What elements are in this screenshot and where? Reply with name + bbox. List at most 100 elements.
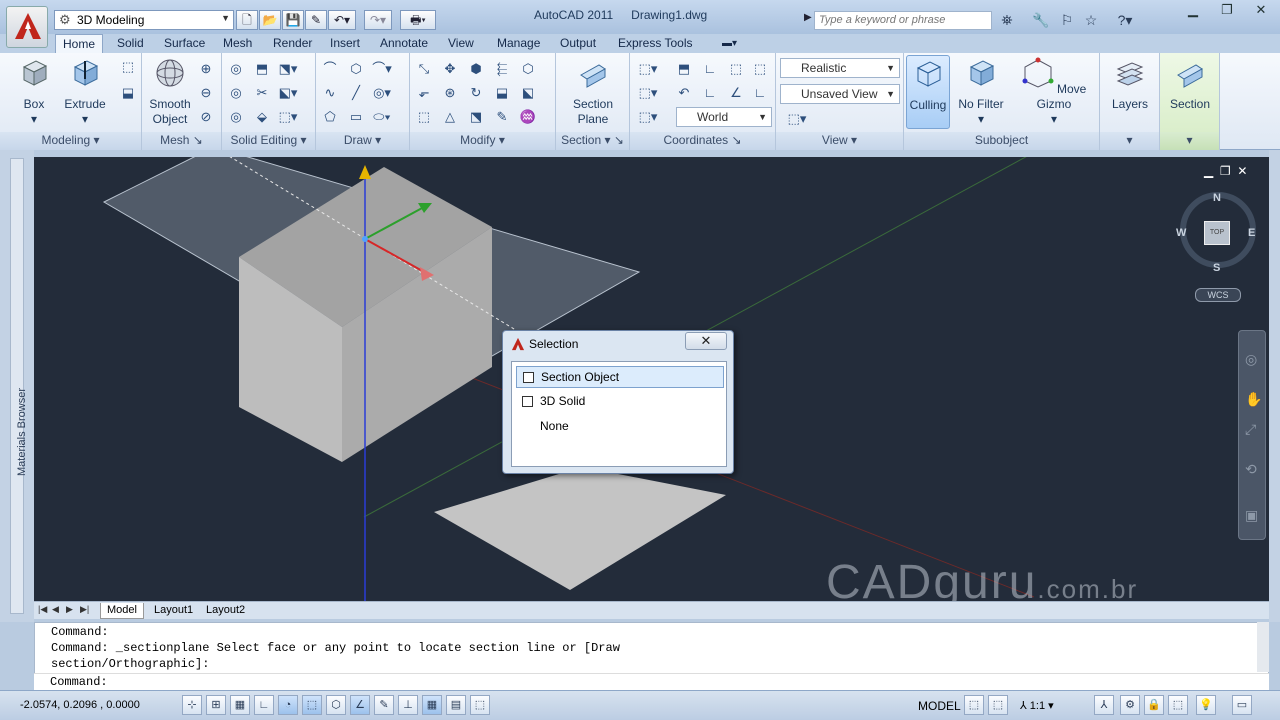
named-view-select[interactable]: Unsaved View ▼ — [780, 84, 900, 104]
snap-icon[interactable]: ⊞ — [206, 695, 226, 715]
extrude-faces-icon[interactable]: ⬔▾ — [278, 59, 298, 79]
tab-render[interactable]: Render — [266, 34, 319, 54]
panel-section-tools-label[interactable]: ▾ — [1160, 132, 1219, 150]
slice-icon[interactable]: ✂ — [252, 83, 272, 103]
last-tab-icon[interactable]: ▶| — [80, 604, 90, 616]
3d-rotate-icon[interactable]: ⊛ — [440, 83, 460, 103]
smooth-less-icon[interactable]: ⊖ — [196, 83, 216, 103]
rotate-icon[interactable]: ↻ — [466, 83, 486, 103]
open-folder-icon[interactable]: 📂 — [259, 10, 281, 30]
pan-hand-icon[interactable]: ✋ — [1245, 391, 1262, 408]
wrench-icon[interactable]: 🔧 — [1030, 9, 1052, 31]
help-icon[interactable]: ?▾ — [1114, 9, 1136, 31]
ucs-z-icon[interactable]: ∟ — [750, 83, 770, 103]
wcs-menu[interactable]: WCS — [1195, 288, 1241, 302]
panel-view-label[interactable]: View ▾ — [776, 132, 903, 150]
panel-solid-editing-label[interactable]: Solid Editing ▾ — [222, 132, 315, 150]
panel-subobject-label[interactable]: Subobject — [904, 132, 1099, 150]
separate-icon[interactable]: ⬕▾ — [278, 83, 298, 103]
rectangle-icon[interactable]: ⌒ — [320, 59, 340, 79]
ucs-named-icon[interactable]: ⬚ — [750, 59, 770, 79]
transparency-icon[interactable]: ▤ — [446, 695, 466, 715]
save-as-icon[interactable]: ✎ — [305, 10, 327, 30]
ortho-icon[interactable]: ∟ — [254, 695, 274, 715]
ucs-y-icon[interactable]: ∠ — [726, 83, 746, 103]
hardware-acceleration-icon[interactable]: ⬚ — [1168, 695, 1188, 715]
close-icon[interactable]: ✕ — [1237, 164, 1247, 178]
ucs-object-icon[interactable]: ∟ — [700, 59, 720, 79]
application-menu-button[interactable] — [6, 6, 48, 48]
intersect-icon[interactable]: ◎ — [226, 107, 246, 127]
tab-layout1[interactable]: Layout1 — [148, 603, 199, 619]
visual-style-select[interactable]: Realistic ▼ — [780, 58, 900, 78]
refine-mesh-icon[interactable]: ⊘ — [196, 107, 216, 127]
fillet-icon[interactable]: ⤡ — [414, 59, 434, 79]
shell-icon[interactable]: ⬚▾ — [278, 107, 298, 127]
redo-icon[interactable]: ↷▾ — [364, 10, 392, 30]
workspace-switcher[interactable]: ⚙ 3D Modeling ▼ — [54, 10, 234, 30]
lock-icon[interactable]: 🔒 — [1144, 695, 1164, 715]
ucs-face-icon[interactable]: ⬒ — [674, 59, 694, 79]
tab-solid[interactable]: Solid — [110, 34, 151, 54]
panel-mesh-label[interactable]: Mesh ↘ — [142, 132, 221, 150]
new-file-icon[interactable]: 🗋 — [236, 10, 258, 30]
array-icon[interactable]: ⬱ — [492, 59, 512, 79]
annotation-visibility-icon[interactable]: ⅄ — [1094, 695, 1114, 715]
coordinate-readout[interactable]: -2.0574, 0.2096 , 0.0000 — [20, 699, 140, 711]
move-icon[interactable]: ✥ — [440, 59, 460, 79]
3d-osnap-icon[interactable]: ⬡ — [326, 695, 346, 715]
tab-annotate[interactable]: Annotate — [373, 34, 435, 54]
panel-modify-label[interactable]: Modify ▾ — [410, 132, 555, 150]
3d-scale-icon[interactable]: ⬡ — [518, 59, 538, 79]
quick-properties-icon[interactable]: ⬚ — [470, 695, 490, 715]
3d-move-icon[interactable]: ⬢ — [466, 59, 486, 79]
ucs-view-icon[interactable]: ⬚▾ — [634, 107, 662, 127]
minimize-icon[interactable]: ▁ — [1204, 164, 1213, 178]
ucs-3point-icon[interactable]: ⬚ — [726, 59, 746, 79]
dialog-close-button[interactable]: ✕ — [685, 332, 727, 350]
lineweight-icon[interactable]: ▦ — [422, 695, 442, 715]
tab-surface[interactable]: Surface — [157, 34, 212, 54]
panel-layers-label[interactable]: ▾ — [1100, 132, 1159, 150]
save-icon[interactable]: 💾 — [282, 10, 304, 30]
annotation-scale[interactable]: ⅄ 1:1 ▾ — [1020, 699, 1054, 712]
quick-view-drawings-icon[interactable]: ⬚ — [988, 695, 1008, 715]
union-icon[interactable]: ◎ — [226, 59, 246, 79]
mirror-icon[interactable]: △ — [440, 107, 460, 127]
stretch-icon[interactable]: ⬕ — [518, 83, 538, 103]
otrack-icon[interactable]: ∠ — [350, 695, 370, 715]
ucs-origin-icon[interactable]: ⬚▾ — [634, 83, 662, 103]
quick-view-layouts-icon[interactable]: ⬚ — [964, 695, 984, 715]
steering-wheel-icon[interactable]: ◎ — [1245, 351, 1257, 368]
list-item-3d-solid[interactable]: 3D Solid — [516, 391, 724, 413]
search-input[interactable]: Type a keyword or phrase — [814, 11, 992, 30]
rectangle-draw-icon[interactable]: ▭ — [346, 107, 366, 127]
offset-icon[interactable]: ⬓ — [492, 83, 512, 103]
arc-icon[interactable]: ⌒▾ — [372, 59, 392, 79]
tab-manage[interactable]: Manage — [490, 34, 547, 54]
model-space-label[interactable]: MODEL — [918, 699, 961, 713]
align-icon[interactable]: ⬐ — [414, 83, 434, 103]
isolate-objects-icon[interactable]: 💡 — [1196, 695, 1216, 715]
tab-express-tools[interactable]: Express Tools — [611, 34, 699, 54]
clean-screen-icon[interactable]: ▭ — [1232, 695, 1252, 715]
viewport-config-icon[interactable]: ⬚▾ — [780, 109, 814, 129]
compass-west[interactable]: W — [1176, 227, 1186, 239]
extrude-button[interactable]: Extrude ▾ — [62, 57, 108, 127]
ducs-icon[interactable]: ✎ — [374, 695, 394, 715]
dyn-icon[interactable]: ⊥ — [398, 695, 418, 715]
grid-icon[interactable]: ▦ — [230, 695, 250, 715]
undo-icon[interactable]: ↶▾ — [328, 10, 356, 30]
panel-section-label[interactable]: Section ▾ ↘ — [556, 132, 629, 150]
restore-icon[interactable]: ❐ — [1210, 0, 1244, 22]
culling-button[interactable]: Culling — [906, 55, 950, 129]
extract-edges-icon[interactable]: ⬒ — [252, 59, 272, 79]
circle-icon[interactable]: ◎▾ — [372, 83, 392, 103]
erase-icon[interactable]: ✎ — [492, 107, 512, 127]
showmotion-icon[interactable]: ▣ — [1245, 507, 1258, 524]
ucs-previous-icon[interactable]: ↶ — [674, 83, 694, 103]
tab-layout2[interactable]: Layout2 — [200, 603, 251, 619]
section-plane-button[interactable]: Section Plane — [562, 57, 624, 127]
box-button[interactable]: Box ▾ — [12, 57, 56, 127]
polygon-icon[interactable]: ⬠ — [320, 107, 340, 127]
